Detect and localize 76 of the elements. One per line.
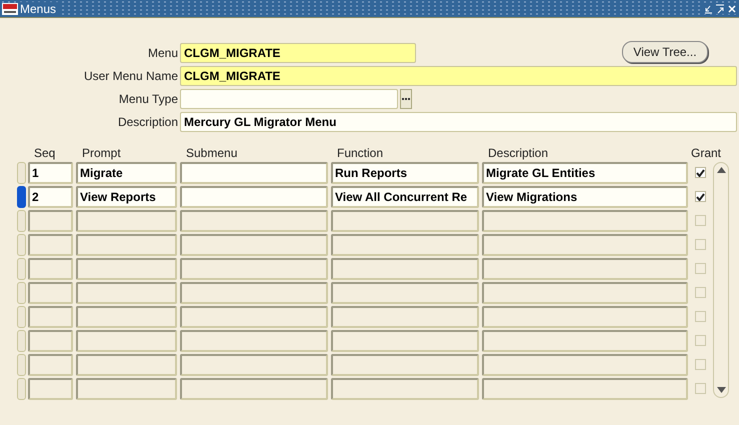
table-cell[interactable] — [180, 354, 328, 376]
close-icon[interactable] — [727, 4, 737, 14]
table-cell[interactable] — [28, 258, 73, 280]
table-cell[interactable] — [482, 378, 688, 400]
table-cell[interactable] — [331, 330, 479, 352]
table-cell[interactable]: View All Concurrent Re — [331, 186, 479, 208]
scrollbar[interactable] — [713, 162, 729, 398]
table-cell[interactable] — [28, 354, 73, 376]
table-cell[interactable] — [76, 258, 177, 280]
field-label: Description — [116, 115, 179, 129]
text-field[interactable]: CLGM_MIGRATE — [180, 43, 416, 63]
table-cell[interactable] — [331, 210, 479, 232]
table-cell[interactable] — [28, 282, 73, 304]
table-cell[interactable] — [180, 186, 328, 208]
scroll-up-icon[interactable] — [716, 167, 726, 173]
table-cell[interactable] — [482, 258, 688, 280]
table-cell[interactable] — [331, 234, 479, 256]
field-label: User Menu Name — [82, 69, 179, 83]
table-cell[interactable] — [482, 330, 688, 352]
maximize-icon[interactable] — [715, 4, 725, 14]
table-cell[interactable] — [28, 234, 73, 256]
column-header: Function — [336, 146, 384, 162]
table-cell[interactable] — [331, 282, 479, 304]
view-tree-button[interactable]: View Tree... — [622, 41, 708, 63]
table-cell[interactable] — [180, 306, 328, 328]
table-cell[interactable] — [76, 234, 177, 256]
table-cell[interactable] — [76, 354, 177, 376]
field-label: Menu Type — [118, 92, 179, 106]
column-header: Prompt — [81, 146, 122, 162]
grant-checkbox[interactable] — [695, 191, 706, 202]
table-cell[interactable]: Migrate — [76, 162, 177, 184]
table-cell[interactable] — [180, 210, 328, 232]
table-cell[interactable] — [76, 210, 177, 232]
table-cell[interactable] — [28, 306, 73, 328]
table-cell[interactable] — [180, 330, 328, 352]
table-cell[interactable]: 1 — [28, 162, 73, 184]
table-cell[interactable] — [482, 354, 688, 376]
column-header: Description — [487, 146, 550, 162]
table-cell[interactable] — [331, 378, 479, 400]
table-cell[interactable] — [180, 234, 328, 256]
table-cell[interactable] — [76, 282, 177, 304]
table-cell[interactable]: View Migrations — [482, 186, 688, 208]
minimize-icon[interactable] — [703, 4, 713, 14]
table-cell[interactable] — [482, 306, 688, 328]
grant-checkbox[interactable] — [695, 167, 706, 178]
list-of-values-button[interactable] — [400, 89, 412, 109]
text-field[interactable] — [180, 89, 398, 109]
text-field[interactable]: Mercury GL Migrator Menu — [180, 112, 737, 132]
table-cell[interactable] — [180, 162, 328, 184]
table-cell[interactable]: 2 — [28, 186, 73, 208]
table-cell[interactable] — [331, 258, 479, 280]
table-cell[interactable] — [482, 282, 688, 304]
table-cell[interactable] — [76, 330, 177, 352]
column-header: Seq — [33, 146, 56, 162]
table-cell[interactable] — [76, 378, 177, 400]
text-field[interactable]: CLGM_MIGRATE — [180, 66, 737, 86]
field-label: Menu — [146, 46, 179, 60]
table-cell[interactable]: Run Reports — [331, 162, 479, 184]
table-cell[interactable] — [28, 330, 73, 352]
table-cell[interactable] — [180, 378, 328, 400]
app-logo-icon — [2, 2, 18, 14]
table-cell[interactable] — [180, 282, 328, 304]
table-cell[interactable] — [482, 234, 688, 256]
table-cell[interactable]: View Reports — [76, 186, 177, 208]
column-header: Grant — [691, 146, 722, 162]
table-cell[interactable] — [76, 306, 177, 328]
table-cell[interactable] — [331, 306, 479, 328]
scroll-down-icon[interactable] — [716, 387, 726, 393]
table-cell[interactable]: Migrate GL Entities — [482, 162, 688, 184]
record-indicator[interactable] — [17, 186, 26, 208]
table-cell[interactable] — [28, 378, 73, 400]
table-cell[interactable] — [331, 354, 479, 376]
column-header: Submenu — [185, 146, 238, 162]
table-cell[interactable] — [180, 258, 328, 280]
table-cell[interactable] — [482, 210, 688, 232]
table-cell[interactable] — [28, 210, 73, 232]
